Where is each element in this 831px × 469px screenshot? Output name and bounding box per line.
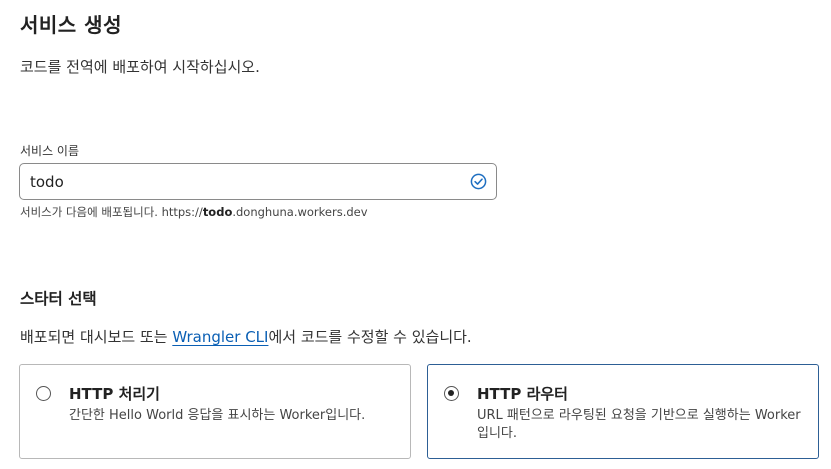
- starter-option-http-router[interactable]: HTTP 라우터 URL 패턴으로 라우팅된 요청을 기반으로 실행하는 Wor…: [427, 364, 819, 459]
- option-description: URL 패턴으로 라우팅된 요청을 기반으로 실행하는 Worker입니다.: [477, 408, 801, 441]
- starter-desc-prefix: 배포되면 대시보드 또는: [20, 328, 173, 346]
- option-description: 간단한 Hello World 응답을 표시하는 Worker입니다.: [69, 408, 366, 423]
- service-name-input[interactable]: [20, 164, 480, 199]
- starter-option-http-handler[interactable]: HTTP 처리기 간단한 Hello World 응답을 표시하는 Worker…: [19, 364, 411, 459]
- radio-button-selected[interactable]: [444, 386, 459, 401]
- create-service-page: 서비스 생성 코드를 전역에 배포하여 시작하십시오. 서비스 이름 서비스가 …: [0, 0, 831, 469]
- starter-section-title: 스타터 선택: [20, 290, 97, 308]
- option-title: HTTP 라우터: [477, 385, 568, 403]
- deploy-url-suffix: .donghuna.workers.dev: [232, 205, 368, 219]
- page-title: 서비스 생성: [20, 13, 122, 37]
- radio-button[interactable]: [36, 386, 51, 401]
- deploy-url-helper: 서비스가 다음에 배포됩니다. https://todo.donghuna.wo…: [20, 204, 368, 220]
- option-title: HTTP 처리기: [69, 385, 160, 403]
- wrangler-cli-link[interactable]: Wrangler CLI: [172, 328, 268, 346]
- check-circle-icon: [470, 173, 487, 190]
- deploy-url-service-name: todo: [202, 205, 233, 219]
- starter-description: 배포되면 대시보드 또는 Wrangler CLI에서 코드를 수정할 수 있습…: [20, 326, 472, 347]
- starter-desc-suffix: 에서 코드를 수정할 수 있습니다.: [268, 328, 472, 346]
- deploy-url-prefix: 서비스가 다음에 배포됩니다. https://: [20, 205, 203, 219]
- service-name-field[interactable]: [19, 163, 497, 200]
- page-subtitle: 코드를 전역에 배포하여 시작하십시오.: [20, 58, 260, 76]
- service-name-label: 서비스 이름: [20, 144, 80, 158]
